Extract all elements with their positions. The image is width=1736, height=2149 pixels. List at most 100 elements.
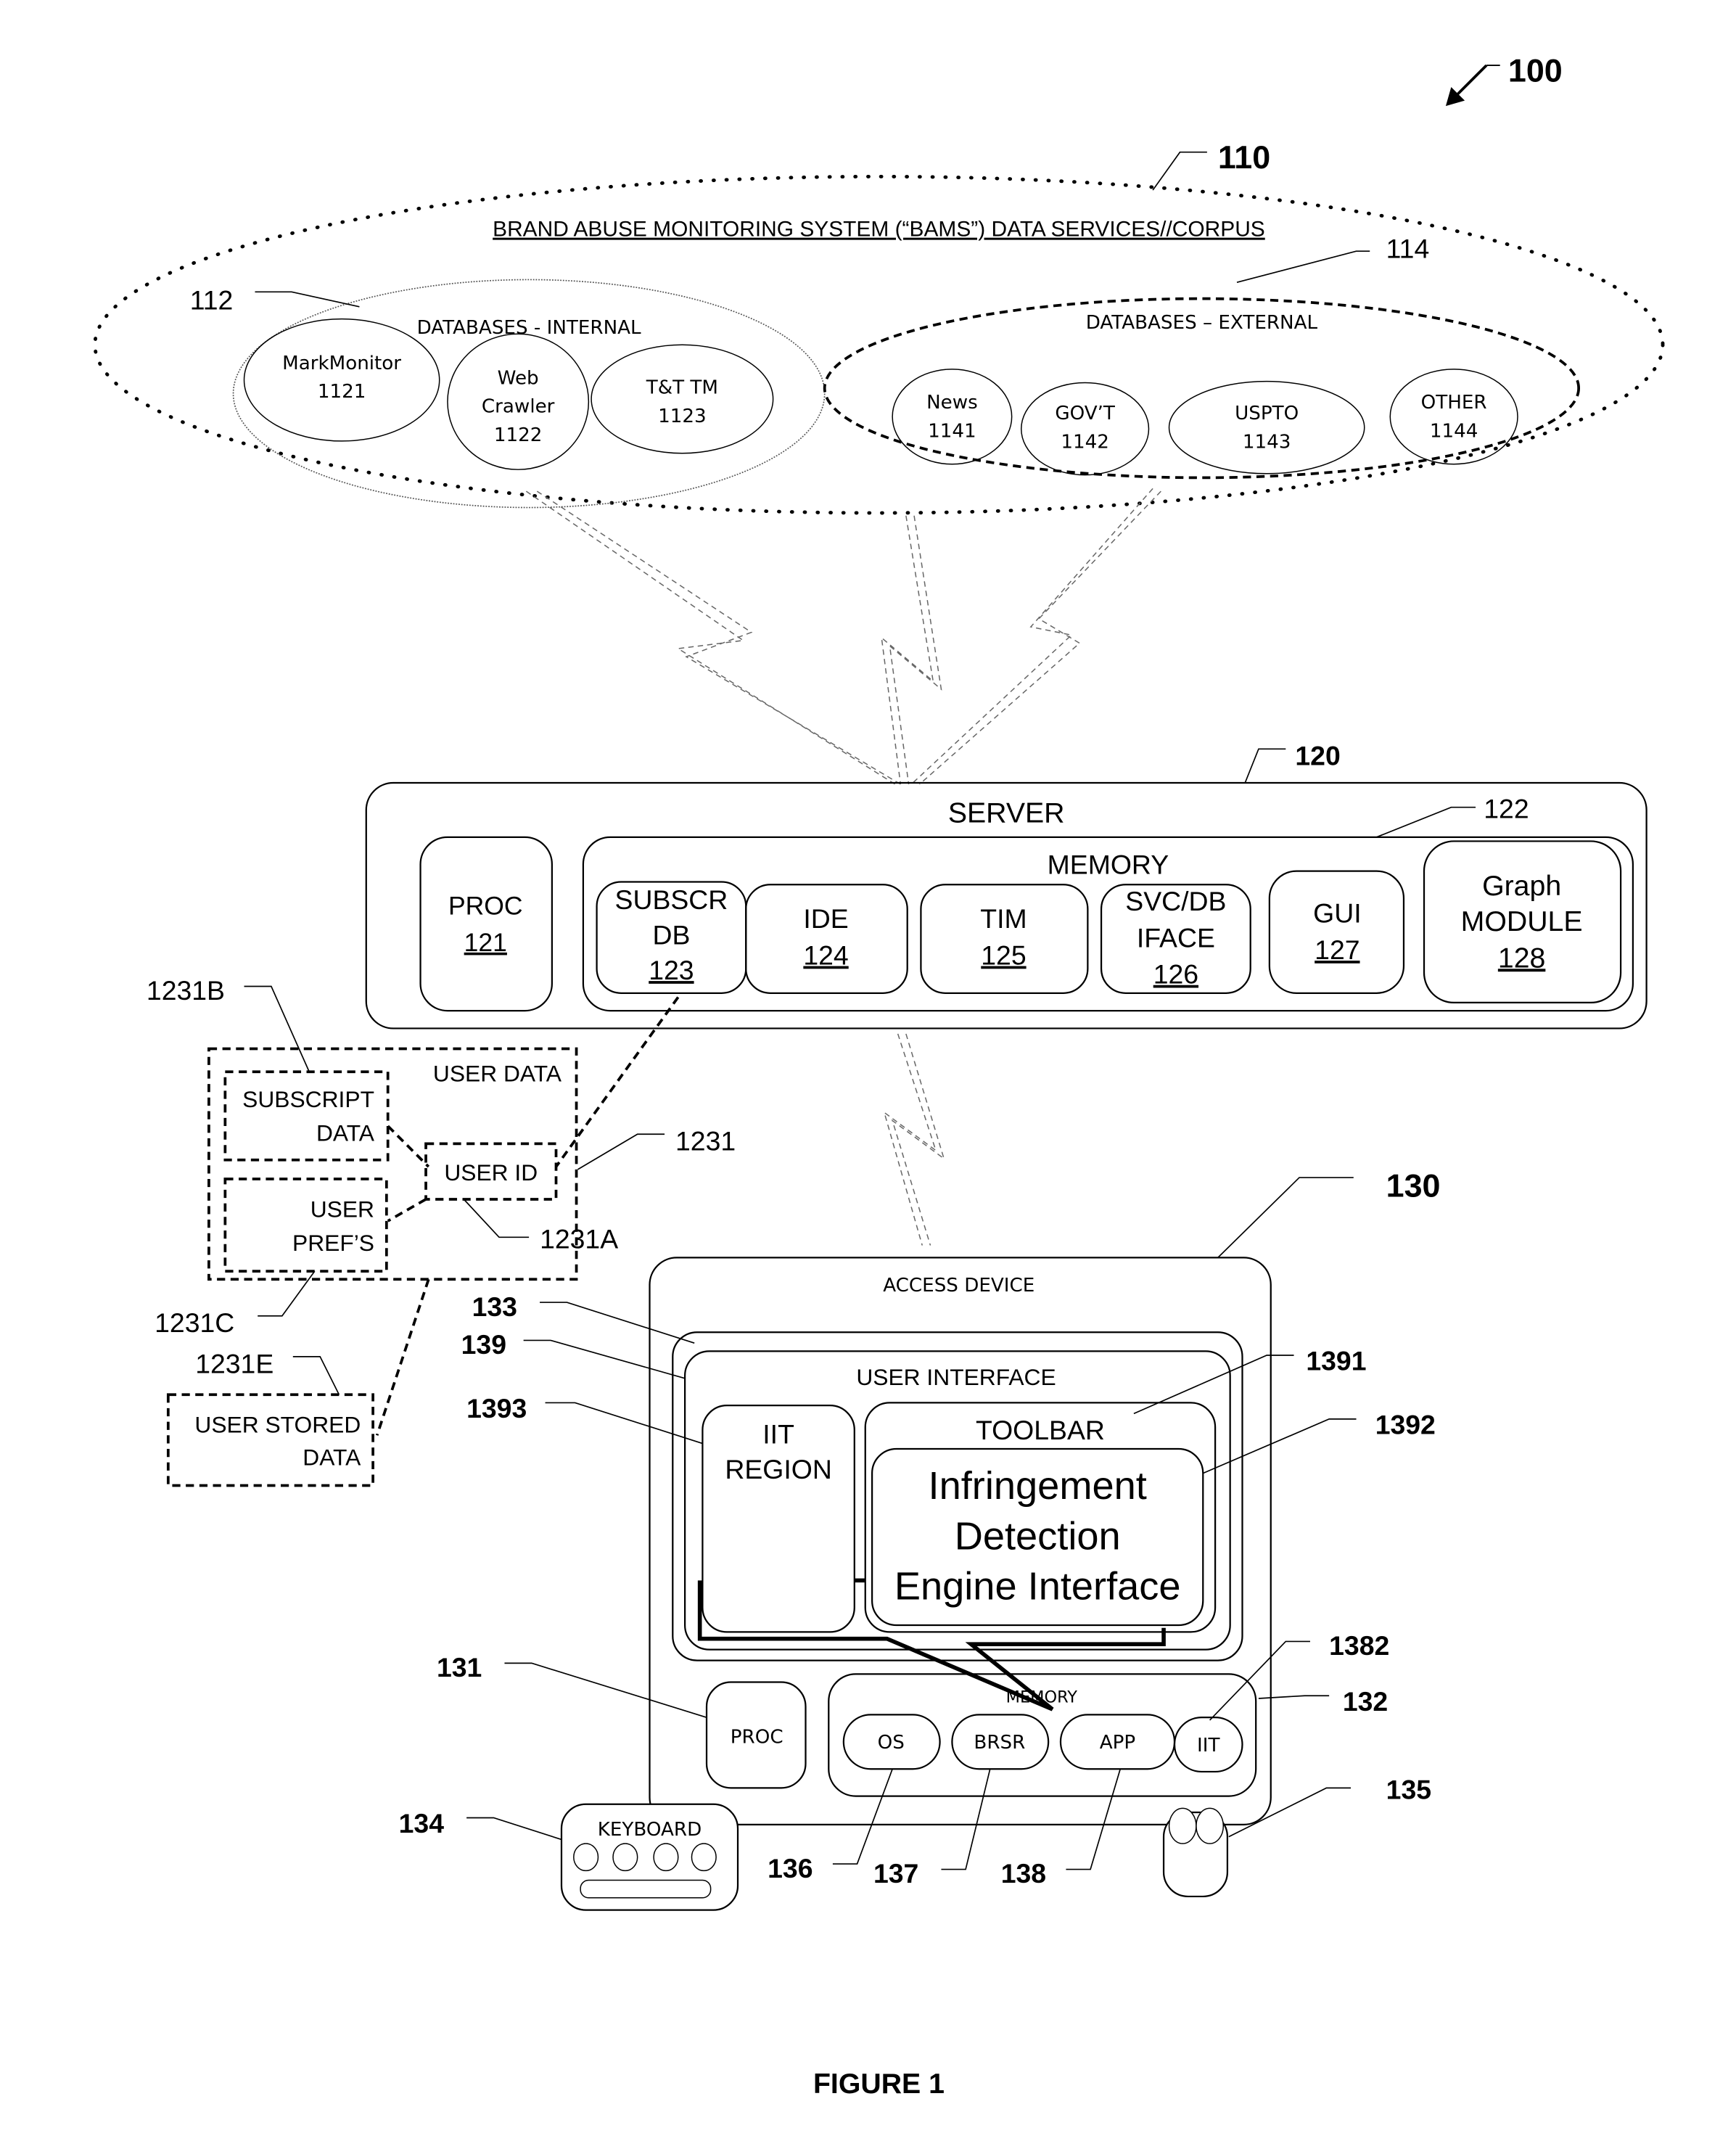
mouse-ref: 135 xyxy=(1386,1774,1431,1804)
display-ref: 133 xyxy=(472,1291,517,1322)
user-id-label: USER ID xyxy=(444,1159,538,1186)
db-other-ellipse xyxy=(1389,369,1518,465)
external-databases-114: 114 DATABASES – EXTERNAL News 1141 GOV’T… xyxy=(823,234,1581,480)
module-graph-num: 128 xyxy=(1498,942,1546,974)
memory-app-ref: 138 xyxy=(1001,1858,1046,1889)
subscript-data-line2: DATA xyxy=(316,1120,375,1146)
access-device-title: ACCESS DEVICE xyxy=(883,1275,1034,1297)
user-prefs-box xyxy=(223,1178,388,1273)
db-other-name: OTHER xyxy=(1421,392,1487,414)
wireless-links-corpus-server xyxy=(525,488,1161,785)
db-webcrawler-line2: Crawler xyxy=(482,396,555,418)
wireless-link-server-device xyxy=(883,1033,945,1246)
db-govt-ellipse xyxy=(1021,382,1150,476)
user-interface-ref: 139 xyxy=(461,1329,506,1360)
server-memory-ref: 122 xyxy=(1484,794,1529,824)
module-svc-db-iface-num: 126 xyxy=(1153,959,1198,990)
server-120: 120 SERVER PROC 121 122 MEMORY SUBSCR DB… xyxy=(365,741,1647,1030)
subscr-db-to-user-id-link xyxy=(554,996,680,1168)
user-id-ref: 1231A xyxy=(540,1223,618,1254)
module-tim-label: TIM xyxy=(980,903,1027,934)
module-ide xyxy=(745,884,908,994)
server-memory-title: MEMORY xyxy=(1048,849,1169,879)
server-proc-box xyxy=(419,836,554,1012)
engine-interface-ref: 1392 xyxy=(1375,1409,1436,1439)
db-tttm-name: T&T TM xyxy=(646,377,718,398)
server-proc-label: PROC xyxy=(448,891,523,920)
module-gui-label: GUI xyxy=(1313,898,1361,929)
module-tim xyxy=(920,884,1089,994)
db-other-num: 1144 xyxy=(1430,420,1478,442)
module-svc-db-iface-line1: SVC/DB xyxy=(1125,886,1226,916)
access-device-130: 130 ACCESS DEVICE 133 139 USER INTERFACE… xyxy=(399,1167,1441,1911)
module-gui xyxy=(1268,870,1405,994)
figure-caption: FIGURE 1 xyxy=(813,2068,945,2100)
db-markmonitor-ellipse xyxy=(243,318,440,442)
keyboard-label: KEYBOARD xyxy=(598,1819,702,1841)
module-graph-line2: MODULE xyxy=(1461,905,1583,937)
db-tttm-ellipse xyxy=(591,344,774,454)
memory-app-label: APP xyxy=(1100,1732,1135,1754)
corpus-ref: 110 xyxy=(1218,139,1270,176)
module-ide-label: IDE xyxy=(803,903,848,934)
user-data-to-stored-link xyxy=(375,1278,430,1436)
user-stored-data-box xyxy=(166,1393,374,1487)
module-ide-num: 124 xyxy=(803,940,848,971)
mouse-right-button-icon xyxy=(1196,1807,1225,1844)
device-proc-ref: 131 xyxy=(437,1652,482,1682)
server-title: SERVER xyxy=(948,797,1065,829)
module-subscr-db-line1: SUBSCR xyxy=(615,884,728,915)
device-memory-ref: 132 xyxy=(1343,1686,1388,1717)
device-proc-label: PROC xyxy=(731,1727,783,1749)
memory-os-label: OS xyxy=(878,1732,905,1754)
server-ref: 120 xyxy=(1295,741,1340,771)
toolbar-title: TOOLBAR xyxy=(976,1415,1105,1445)
internal-ref: 112 xyxy=(190,285,234,316)
subscript-data-line1: SUBSCRIPT xyxy=(242,1086,374,1112)
user-data-title: USER DATA xyxy=(433,1060,562,1086)
user-prefs-line2: PREF’S xyxy=(292,1230,374,1256)
iit-region-line1: IIT xyxy=(762,1419,794,1450)
user-prefs-line1: USER xyxy=(310,1196,374,1222)
user-stored-data-line2: DATA xyxy=(303,1444,361,1470)
user-data-1231: USER DATA 1231 SUBSCRIPT DATA 1231B USER… xyxy=(147,975,736,1487)
engine-interface-line2: Detection xyxy=(955,1514,1121,1558)
server-proc-num: 121 xyxy=(464,928,507,957)
memory-os-ref: 136 xyxy=(768,1853,813,1883)
figure-ref-label: 100 xyxy=(1508,52,1563,89)
module-tim-num: 125 xyxy=(981,940,1026,971)
user-data-ref: 1231 xyxy=(675,1126,736,1156)
device-memory-title: MEMORY xyxy=(1006,1688,1078,1707)
db-govt-name: GOV’T xyxy=(1055,403,1116,424)
db-news-name: News xyxy=(926,392,978,414)
iit-region-line2: REGION xyxy=(725,1454,831,1484)
db-uspto-ellipse xyxy=(1168,380,1365,474)
external-ref: 114 xyxy=(1386,234,1430,264)
toolbar-ref: 1391 xyxy=(1306,1346,1366,1376)
subscript-data-ref: 1231B xyxy=(147,975,225,1006)
user-prefs-ref: 1231C xyxy=(155,1307,234,1338)
engine-interface-line1: Infringement xyxy=(929,1464,1147,1508)
access-device-ref: 130 xyxy=(1386,1167,1441,1204)
figure-ref-100: 100 xyxy=(1445,52,1563,107)
iit-region-ref: 1393 xyxy=(466,1393,527,1423)
engine-interface-line3: Engine Interface xyxy=(894,1565,1181,1608)
internal-databases-112: 112 DATABASES - INTERNAL MarkMonitor 112… xyxy=(190,279,826,509)
internal-title: DATABASES - INTERNAL xyxy=(417,317,641,339)
user-stored-data-ref: 1231E xyxy=(195,1348,273,1378)
figure-1-diagram: 100 110 BRAND ABUSE MONITORING SYSTEM (“… xyxy=(93,52,1665,2100)
db-news-ellipse xyxy=(892,369,1013,465)
db-uspto-num: 1143 xyxy=(1243,431,1291,453)
db-news-num: 1141 xyxy=(928,420,976,442)
module-gui-num: 127 xyxy=(1315,934,1359,965)
external-title: DATABASES – EXTERNAL xyxy=(1086,312,1318,334)
db-webcrawler-line1: Web xyxy=(498,367,539,389)
user-stored-data-line1: USER STORED xyxy=(194,1412,361,1438)
memory-brsr-ref: 137 xyxy=(873,1858,918,1889)
keyboard-ref: 134 xyxy=(399,1808,445,1838)
corpus-110: 110 BRAND ABUSE MONITORING SYSTEM (“BAMS… xyxy=(93,139,1665,515)
db-markmonitor-name: MarkMonitor xyxy=(282,353,401,374)
memory-iit-ref: 1382 xyxy=(1329,1630,1389,1661)
memory-iit-label: IIT xyxy=(1197,1735,1220,1756)
user-interface-title: USER INTERFACE xyxy=(856,1364,1056,1390)
